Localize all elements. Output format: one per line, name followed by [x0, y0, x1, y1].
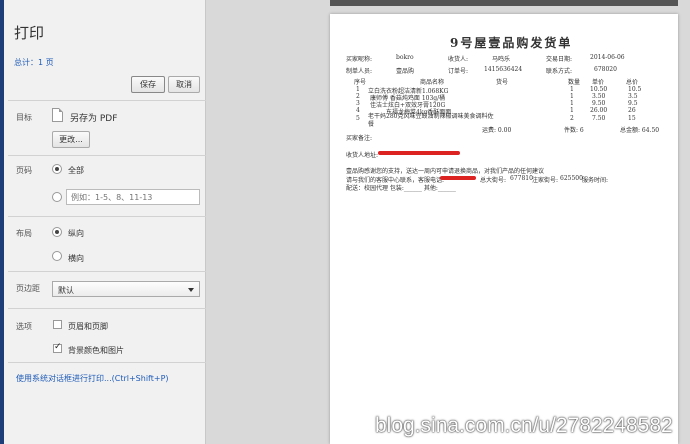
item-no: 5 — [356, 115, 360, 122]
page-total: 总计：1 页 — [14, 58, 54, 67]
thanks-text: 壹品购感谢您的支持，送达一周内可申请退换商品，对我们产品的任何建议 — [346, 168, 545, 175]
options-label: 选项 — [16, 322, 32, 331]
item-price: 3.50 — [592, 93, 606, 100]
item-total: 9.5 — [628, 100, 638, 107]
contact-phone-label: 总大街号: — [480, 177, 507, 184]
item-no: 2 — [356, 93, 360, 100]
contact-suffix: 服务时间: — [582, 177, 609, 184]
info-value: 2014-06-06 — [590, 54, 625, 61]
pages-label: 页码 — [16, 166, 32, 175]
system-dialog-link[interactable]: 使用系统对话框进行打印...(Ctrl+Shift+P) — [16, 373, 169, 384]
item-qty: 1 — [570, 107, 574, 114]
item-price: 9.50 — [592, 100, 606, 107]
info-value: 1415636424 — [484, 66, 523, 73]
item-qty: 2 — [570, 115, 574, 122]
file-icon — [52, 108, 63, 122]
info-value: bokro — [396, 54, 414, 61]
item-total: 26 — [628, 107, 636, 114]
info-value: 马鸣乐 — [492, 56, 511, 63]
item-name: 老干妈280克风味豆豉油制辣椒调味美食调料佐餐 — [368, 113, 494, 128]
divider — [8, 216, 206, 217]
cancel-button[interactable]: 取消 — [168, 76, 200, 93]
portrait-label: 纵向 — [68, 229, 84, 238]
print-settings-panel: 打印 总计：1 页 保存 取消 目标 另存为 PDF 更改... 页码 全部 布… — [4, 0, 206, 444]
info-value: 壹品购 — [396, 68, 415, 75]
divider — [8, 362, 206, 363]
background-label: 背景颜色和图片 — [68, 346, 124, 355]
change-destination-button[interactable]: 更改... — [52, 131, 90, 148]
contact-service: 625500 — [560, 175, 583, 182]
item-price: 10.50 — [590, 86, 608, 93]
portrait-radio[interactable] — [52, 227, 62, 237]
contact-service-label: 注家街号: — [532, 177, 559, 184]
item-qty: 1 — [570, 86, 574, 93]
destination-name: 另存为 PDF — [70, 114, 118, 124]
print-title: 打印 — [14, 24, 45, 42]
contact-phone: 677810 — [510, 175, 533, 182]
address-label: 收货人地址: — [346, 152, 379, 159]
col-header: 单价 — [592, 79, 605, 86]
total-amount: 总金额: 64.50 — [620, 127, 660, 134]
buyer-note-label: 买家备注: — [346, 135, 373, 142]
item-qty: 1 — [570, 93, 574, 100]
save-button[interactable]: 保存 — [131, 76, 165, 93]
info-label: 收货人: — [448, 56, 469, 63]
item-price: 7.50 — [592, 115, 606, 122]
divider — [8, 271, 206, 272]
pages-all-radio[interactable] — [52, 164, 62, 174]
item-qty: 1 — [570, 100, 574, 107]
divider — [8, 155, 206, 156]
item-count: 件数: 6 — [564, 127, 584, 134]
delivery-line: 配送：校园代理 包装:______ 其他:______ — [346, 185, 456, 192]
preview-top-edge — [330, 0, 678, 6]
info-label: 联系方式: — [546, 68, 573, 75]
item-no: 4 — [356, 107, 360, 114]
divider — [8, 308, 206, 309]
col-header: 序号 — [354, 79, 367, 86]
item-no: 3 — [356, 100, 360, 107]
margins-value: 默认 — [58, 286, 74, 295]
background-checkbox[interactable] — [53, 342, 62, 353]
landscape-radio[interactable] — [52, 251, 62, 261]
info-label: 买家昵称: — [346, 56, 373, 63]
doc-title: 9号屋壹品购发货单 — [450, 36, 573, 50]
item-total: 10.5 — [628, 86, 642, 93]
watermark: blog.sina.com.cn/u/2782248582 — [375, 414, 673, 437]
header-footer-label: 页眉和页脚 — [68, 322, 108, 331]
col-header: 货号 — [496, 79, 509, 86]
info-value: 678020 — [594, 66, 617, 73]
info-label: 订单号: — [448, 68, 469, 75]
col-header: 数量 — [568, 79, 581, 86]
destination-label: 目标 — [16, 113, 32, 122]
landscape-label: 横向 — [68, 254, 84, 263]
item-price: 26.00 — [590, 107, 608, 114]
col-header: 商品名称 — [420, 79, 445, 86]
divider — [8, 100, 206, 101]
redacted-address — [378, 151, 460, 155]
freight: 运费: 0.00 — [482, 127, 512, 134]
pages-all-label: 全部 — [68, 166, 84, 175]
item-total: 15 — [628, 115, 636, 122]
redacted-phone — [440, 176, 476, 180]
header-footer-checkbox[interactable] — [53, 320, 62, 329]
info-label: 交易日期: — [546, 56, 573, 63]
item-total: 3.5 — [628, 93, 638, 100]
margins-label: 页边距 — [16, 284, 40, 293]
col-header: 总价 — [626, 79, 639, 86]
pages-range-radio[interactable] — [52, 192, 62, 202]
layout-label: 布局 — [16, 229, 32, 238]
page-range-input[interactable] — [66, 189, 200, 205]
item-no: 1 — [356, 86, 360, 93]
margins-select[interactable]: 默认 — [52, 281, 200, 297]
chevron-down-icon — [188, 288, 194, 292]
info-label: 制单人员: — [346, 68, 373, 75]
